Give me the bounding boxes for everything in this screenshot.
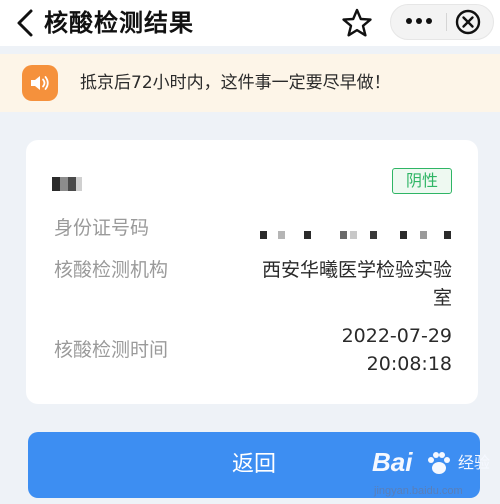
back-chevron-icon[interactable] <box>14 8 36 38</box>
institution-value-line1: 西安华曦医学检验实验 <box>261 259 452 281</box>
watermark-logo: Bai <box>372 447 413 477</box>
star-icon[interactable] <box>340 6 374 40</box>
institution-label: 核酸检测机构 <box>54 259 169 281</box>
result-card: 阴性 身份证号码 核酸检测机构 西安华曦医学检验实验 室 核酸检测时间 2022… <box>26 140 478 404</box>
redacted-name <box>52 177 82 191</box>
notice-banner[interactable]: 抵京后72小时内，这件事一定要尽早做！ <box>0 54 500 112</box>
redacted-id-number <box>260 231 451 239</box>
baidu-jingyan-watermark: Bai 经验 jingyan.baidu.com <box>372 446 492 502</box>
test-time-label: 核酸检测时间 <box>54 339 169 361</box>
paw-icon <box>428 452 450 474</box>
id-number-label: 身份证号码 <box>54 217 150 239</box>
capsule-divider <box>446 13 447 31</box>
speaker-icon <box>22 65 58 101</box>
page-title: 核酸检测结果 <box>44 9 194 37</box>
status-badge: 阴性 <box>392 168 452 194</box>
watermark-url: jingyan.baidu.com <box>374 485 463 497</box>
notice-text: 抵京后72小时内，这件事一定要尽早做！ <box>80 73 391 93</box>
close-circle-icon[interactable] <box>452 6 484 38</box>
test-date-value: 2022-07-29 <box>341 325 452 347</box>
test-time-value: 20:08:18 <box>366 353 452 375</box>
app-header: 核酸检测结果 <box>0 0 500 46</box>
more-dots-icon[interactable] <box>398 6 440 36</box>
watermark-text: 经验 <box>458 453 491 472</box>
institution-value-line2: 室 <box>432 287 452 309</box>
